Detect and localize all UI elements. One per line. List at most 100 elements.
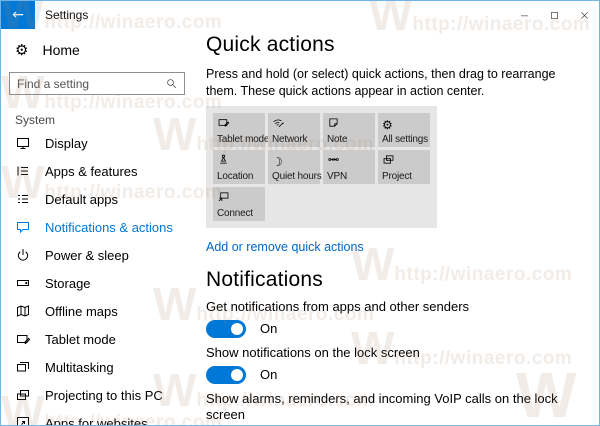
quick-action-tile-connect[interactable]: Connect <box>213 186 265 221</box>
quick-action-tile-label: Connect <box>217 207 253 219</box>
sidebar-item-offline-maps[interactable]: Offline maps <box>1 297 193 325</box>
default-apps-icon <box>15 191 31 207</box>
offline-maps-icon <box>15 303 31 319</box>
back-button[interactable]: ← <box>1 1 35 29</box>
note-icon <box>327 116 371 130</box>
quick-action-tile-all-settings[interactable]: ⚙ All settings <box>378 112 430 147</box>
toggle-switch[interactable] <box>206 319 246 338</box>
all-settings-icon: ⚙ <box>382 117 393 132</box>
search-icon <box>165 77 178 90</box>
sidebar-item-label: Power & sleep <box>45 247 129 263</box>
notifications-icon <box>15 219 31 235</box>
minimize-button[interactable] <box>509 1 539 29</box>
sidebar-item-label: Offline maps <box>45 303 118 319</box>
quick-action-tile-label: Location <box>217 170 254 182</box>
toggle-knob <box>231 368 243 381</box>
multitasking-icon <box>15 359 31 375</box>
sidebar-item-home[interactable]: ⚙ Home <box>1 33 193 67</box>
sidebar-item-storage[interactable]: Storage <box>1 269 193 297</box>
sidebar-item-projecting-to-this-pc[interactable]: Projecting to this PC <box>1 381 193 409</box>
location-icon <box>217 153 261 167</box>
toggle-state-label: On <box>260 321 278 337</box>
toggle-row: On <box>206 319 581 338</box>
network-icon <box>272 116 316 130</box>
close-icon <box>579 10 590 21</box>
tablet-mode-icon <box>217 116 261 130</box>
vpn-icon <box>327 153 371 167</box>
notification-settings-list: Get notifications from apps and other se… <box>206 299 581 425</box>
quick-action-tile-label: Project <box>382 170 412 182</box>
apps-websites-icon <box>15 415 31 425</box>
quick-action-tile-location[interactable]: Location <box>213 149 265 184</box>
sidebar: ⚙ Home System Display Apps & features Defa… <box>1 29 193 425</box>
page-title: Quick actions <box>206 33 335 56</box>
power-icon <box>15 247 31 263</box>
quick-action-tile-label: Network <box>272 133 308 145</box>
sidebar-item-label: Storage <box>45 275 91 291</box>
toggle-switch[interactable] <box>206 365 246 384</box>
quiet-hours-icon: ☽ <box>272 154 283 169</box>
notification-setting: Show alarms, reminders, and incoming VoI… <box>206 390 581 425</box>
sidebar-item-label: Apps for websites <box>45 415 148 426</box>
connect-icon <box>217 190 261 204</box>
sidebar-item-notifications-actions[interactable]: Notifications & actions <box>1 213 193 241</box>
quick-actions-grid: Tablet mode Network Note ⚙ All settings Locat… <box>206 105 437 228</box>
add-remove-quick-actions-link[interactable]: Add or remove quick actions <box>206 240 364 254</box>
home-label: Home <box>42 42 80 58</box>
sidebar-item-multitasking[interactable]: Multitasking <box>1 353 193 381</box>
search-input[interactable] <box>10 76 158 91</box>
back-arrow-icon: ← <box>12 7 24 23</box>
notification-setting: Show notifications on the lock screen On <box>206 345 581 384</box>
quick-action-tile-quiet-hours[interactable]: ☽ Quiet hours <box>268 149 322 184</box>
quick-action-tile-label: All settings <box>382 133 428 145</box>
sidebar-item-label: Notifications & actions <box>45 219 173 235</box>
window-title: Settings <box>45 8 89 22</box>
sidebar-item-apps-for-websites[interactable]: Apps for websites <box>1 409 193 426</box>
setting-label: Show alarms, reminders, and incoming VoI… <box>206 390 558 422</box>
sidebar-item-label: Default apps <box>45 191 118 207</box>
sidebar-item-power-sleep[interactable]: Power & sleep <box>1 241 193 269</box>
display-icon <box>15 135 31 151</box>
sidebar-item-default-apps[interactable]: Default apps <box>1 185 193 213</box>
quick-action-tile-vpn[interactable]: VPN <box>323 149 375 184</box>
quick-action-tile-label: Note <box>327 133 348 145</box>
close-button[interactable] <box>569 1 599 29</box>
app-body: ⚙ Home System Display Apps & features Defa… <box>1 29 599 425</box>
quick-action-tile-label: Tablet mode <box>217 133 270 145</box>
sidebar-item-tablet-mode[interactable]: Tablet mode <box>1 325 193 353</box>
quick-action-tile-label: VPN <box>327 170 347 182</box>
toggle-knob <box>231 322 243 335</box>
project-icon <box>382 153 426 167</box>
quick-action-tile-project[interactable]: Project <box>378 149 430 184</box>
quick-actions-description: Press and hold (or select) quick actions… <box>206 67 556 98</box>
sidebar-item-label: Projecting to this PC <box>45 387 163 403</box>
sidebar-item-display[interactable]: Display <box>1 129 193 157</box>
maximize-button[interactable] <box>539 1 569 29</box>
sidebar-item-apps-features[interactable]: Apps & features <box>1 157 193 185</box>
search-box <box>9 72 185 95</box>
quick-action-tile-tablet-mode[interactable]: Tablet mode <box>213 112 269 147</box>
apps-features-icon <box>15 163 31 179</box>
quick-action-tile-network[interactable]: Network <box>268 112 320 147</box>
sidebar-section-label: System <box>15 113 56 127</box>
tablet-icon <box>15 331 31 347</box>
settings-window: ← Settings ⚙ Home System Display Apps & f… <box>0 0 600 426</box>
sidebar-item-label: Apps & features <box>45 163 138 179</box>
setting-label: Show notifications on the lock screen <box>206 344 420 360</box>
maximize-icon <box>549 10 560 21</box>
sidebar-item-label: Multitasking <box>45 359 114 375</box>
gear-icon: ⚙ <box>15 41 29 59</box>
notification-setting: Get notifications from apps and other se… <box>206 299 581 338</box>
setting-label: Get notifications from apps and other se… <box>206 298 470 314</box>
window-controls <box>509 1 599 29</box>
title-bar: ← Settings <box>1 1 599 29</box>
main-content: Quick actions Press and hold (or select)… <box>193 29 599 425</box>
toggle-row: On <box>206 365 581 384</box>
quick-action-tile-note[interactable]: Note <box>323 112 375 147</box>
storage-icon <box>15 275 31 291</box>
sidebar-item-label: Tablet mode <box>45 331 116 347</box>
quick-action-tile-label: Quiet hours <box>272 170 322 182</box>
search-button[interactable] <box>158 77 184 90</box>
minimize-icon <box>519 10 530 21</box>
sidebar-list: Display Apps & features Default apps Notifi… <box>1 129 193 426</box>
